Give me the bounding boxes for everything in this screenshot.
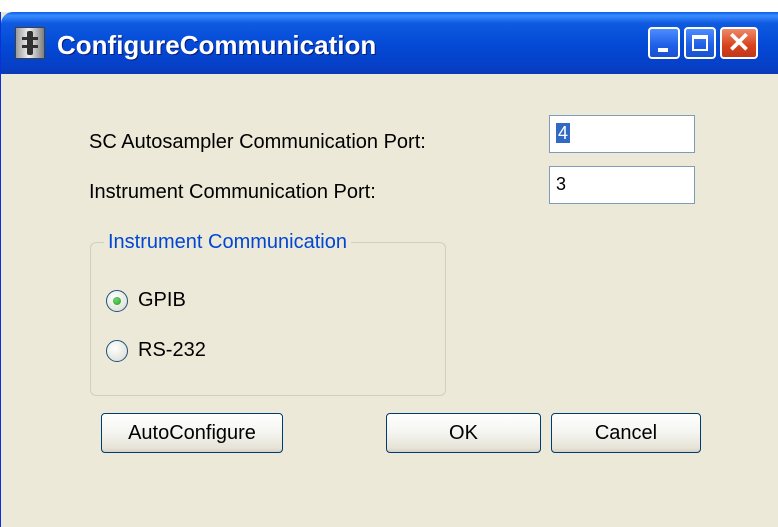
- close-button[interactable]: ✕: [720, 27, 758, 59]
- cancel-button[interactable]: Cancel: [551, 413, 701, 453]
- radio-rs232-label: RS-232: [138, 339, 206, 361]
- maximize-button[interactable]: [684, 27, 716, 59]
- minimize-icon: [658, 48, 668, 52]
- radio-gpib-label: GPIB: [138, 289, 186, 311]
- minimize-button[interactable]: [648, 27, 680, 59]
- window-title: ConfigureCommunication: [57, 30, 377, 60]
- sc-port-input[interactable]: 4: [549, 115, 695, 153]
- title-bar[interactable]: ConfigureCommunication ✕: [1, 12, 778, 74]
- close-icon: ✕: [727, 27, 751, 58]
- sc-port-value: 4: [556, 123, 571, 143]
- group-legend: Instrument Communication: [104, 231, 351, 254]
- maximize-icon: [692, 35, 708, 51]
- app-icon[interactable]: [15, 27, 45, 59]
- autoconfigure-button[interactable]: AutoConfigure: [101, 413, 283, 453]
- radio-gpib-circle[interactable]: [106, 290, 128, 312]
- radio-selected-dot: [113, 297, 121, 305]
- instrument-communication-group: [90, 242, 446, 396]
- instrument-port-label: Instrument Communication Port:: [89, 181, 376, 203]
- sc-port-label: SC Autosampler Communication Port:: [89, 131, 426, 153]
- radio-rs232-circle[interactable]: [106, 340, 128, 362]
- instrument-port-input[interactable]: 3: [549, 166, 695, 204]
- ok-button[interactable]: OK: [386, 413, 541, 453]
